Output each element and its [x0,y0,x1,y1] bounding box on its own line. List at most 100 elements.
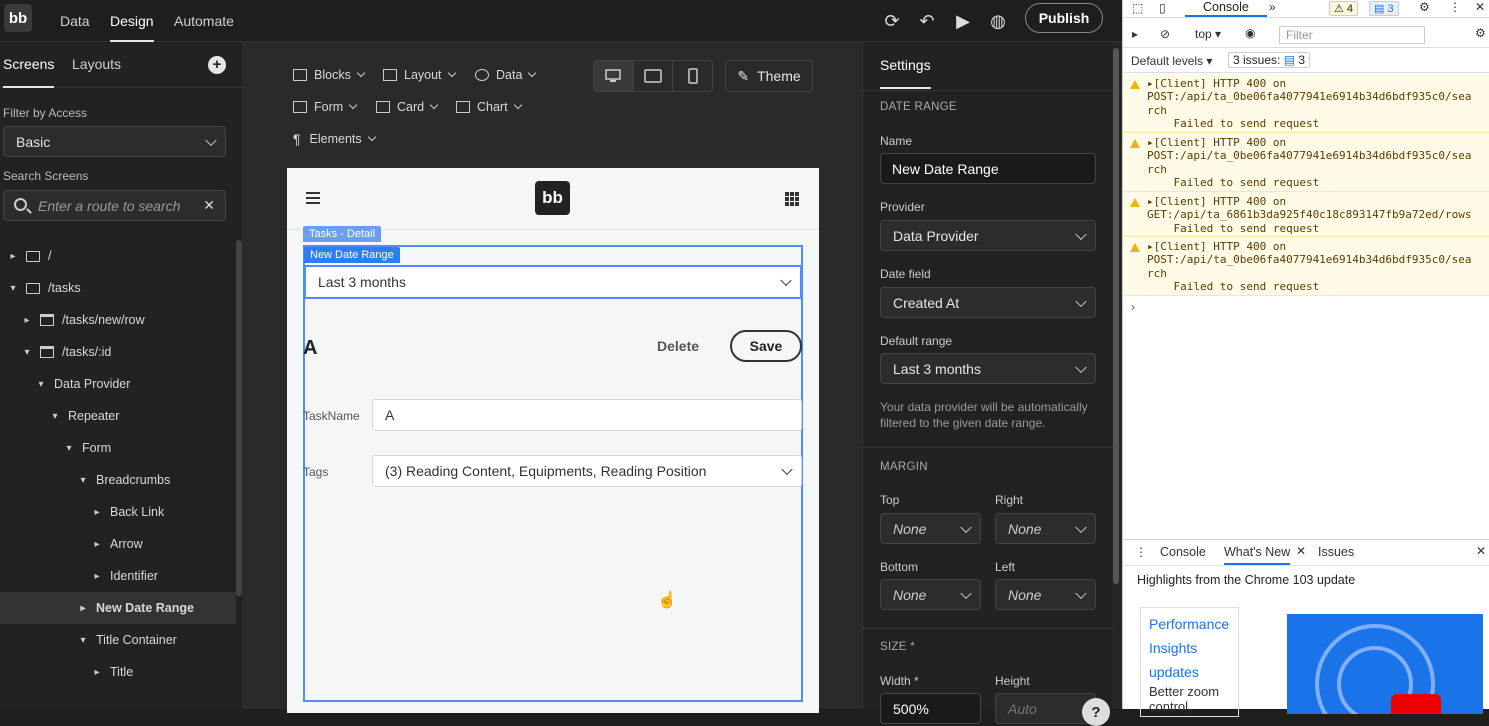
chevron-down-icon[interactable]: ▾ [36,379,46,390]
card-title[interactable]: Performance Insights updates [1149,612,1230,684]
access-filter-select[interactable]: Basic [3,126,226,157]
undo-icon[interactable]: ↶ [915,9,939,33]
tree-item[interactable]: ▸ / [0,240,236,272]
data-menu[interactable]: Data [475,64,537,86]
inspect-icon[interactable]: ⬚ [1132,1,1143,15]
chart-menu[interactable]: Chart [456,96,522,118]
tags-select[interactable]: (3) Reading Content, Equipments, Reading… [372,455,802,487]
chevron-down-icon[interactable]: ▾ [22,347,32,358]
app-logo[interactable]: bb [4,4,32,32]
tree-item[interactable]: ▾ /tasks [0,272,236,304]
drawer-tab-console[interactable]: Console [1160,545,1206,559]
console-log-entry[interactable]: ▸[Client] HTTP 400 on POST:/api/ta_0be06… [1123,74,1489,133]
tree-item[interactable]: ▾ /tasks/:id [0,336,236,368]
search-input[interactable] [38,196,198,216]
tree-item[interactable]: ▾ Repeater [0,400,236,432]
chevron-down-icon[interactable]: ▾ [78,635,88,646]
close-icon[interactable]: ✕ [1475,0,1485,14]
kebab-menu-icon[interactable]: ⋮ [1449,0,1461,14]
help-button[interactable]: ? [1082,698,1110,726]
blocks-menu[interactable]: Blocks [293,64,366,86]
chevron-right-icon[interactable]: ▸ [92,539,102,550]
chevron-right-icon[interactable]: ▸ [8,251,18,262]
tree-item[interactable]: ▸ Identifier [0,560,236,592]
chevron-down-icon[interactable]: ▾ [50,411,60,422]
tree-item[interactable]: ▾ Breadcrumbs [0,464,236,496]
form-menu[interactable]: Form [293,96,358,118]
chevron-down-icon[interactable]: ▾ [8,283,18,294]
date-range-select[interactable]: Last 3 months [304,265,802,299]
desktop-icon[interactable] [594,61,634,91]
elements-menu[interactable]: ¶ Elements [293,128,376,150]
drawer-tab-issues[interactable]: Issues [1318,545,1354,559]
tablet-icon[interactable] [634,61,674,91]
warning-count-badge[interactable]: ⚠ 4 [1329,1,1359,16]
margin-left-select[interactable]: None [995,579,1096,610]
refresh-icon[interactable]: ⟳ [880,9,904,33]
tree-item[interactable]: ▸ New Date Range [0,592,236,624]
theme-button[interactable]: ✎ Theme [725,60,813,92]
mobile-icon[interactable] [673,61,712,91]
chevron-right-icon[interactable]: ▸ [92,507,102,518]
device-toggle-icon[interactable]: ▯ [1159,1,1166,15]
whats-new-card[interactable]: Performance Insights updates Better zoom… [1140,607,1239,717]
delete-button[interactable]: Delete [657,338,699,354]
tree-item[interactable]: ▸ Arrow [0,528,236,560]
provider-select[interactable]: Data Provider [880,220,1096,251]
margin-right-select[interactable]: None [995,513,1096,544]
clear-console-icon[interactable]: ⊘ [1160,27,1170,41]
tree-item[interactable]: ▾ Form [0,432,236,464]
tree-item[interactable]: ▾ Title Container [0,624,236,656]
app-grid-icon[interactable] [785,192,799,206]
eye-icon[interactable]: ◉ [1245,26,1255,40]
layout-menu[interactable]: Layout [383,64,456,86]
nav-design[interactable]: Design [110,0,154,42]
chevron-right-icon[interactable]: ▸ [78,603,88,614]
drawer-tab-whats-new[interactable]: What's New [1224,545,1291,565]
tree-scrollbar[interactable] [236,240,242,596]
tree-item[interactable]: ▸ Back Link [0,496,236,528]
context-select[interactable]: top ▾ [1195,27,1221,41]
preview-play-icon[interactable]: ▶ [951,9,975,33]
date-field-select[interactable]: Created At [880,287,1096,318]
nav-data[interactable]: Data [60,0,90,42]
tab-screens[interactable]: Screens [3,56,55,88]
chevron-right-icon[interactable]: ▸ [22,315,32,326]
tab-console[interactable]: Console [1185,0,1267,17]
margin-bottom-select[interactable]: None [880,579,981,610]
message-count-badge[interactable]: ▤ 3 [1369,1,1399,16]
drawer-menu-icon[interactable]: ⋮ [1135,545,1147,559]
taskname-input[interactable]: A [372,399,802,431]
console-log-entry[interactable]: ▸[Client] HTTP 400 on POST:/api/ta_0be06… [1123,237,1489,296]
tree-item[interactable]: ▸ /tasks/new/row [0,304,236,336]
card-menu[interactable]: Card [376,96,439,118]
default-levels-select[interactable]: Default levels ▾ [1131,54,1212,68]
sidebar-toggle-icon[interactable]: ▸ [1132,27,1138,41]
issues-badge[interactable]: 3 issues: ▤ 3 [1228,52,1311,68]
clear-icon[interactable]: ✕ [203,197,215,214]
settings-scrollbar[interactable] [1113,48,1119,584]
chevron-down-icon[interactable]: ▾ [78,475,88,486]
tree-item[interactable]: ▾ Data Provider [0,368,236,400]
nav-automate[interactable]: Automate [174,0,234,42]
console-log-entry[interactable]: ▸[Client] HTTP 400 on GET:/api/ta_6861b3… [1123,192,1489,237]
gear-icon[interactable]: ⚙ [1475,26,1486,40]
globe-icon[interactable]: ◍ [986,9,1010,33]
close-drawer-icon[interactable]: ✕ [1476,544,1486,558]
tree-item[interactable]: ▸ Title [0,656,236,688]
gear-icon[interactable]: ⚙ [1419,0,1430,14]
chevron-down-icon[interactable]: ▾ [64,443,74,454]
save-button[interactable]: Save [730,330,802,362]
more-tabs-icon[interactable]: » [1269,0,1276,14]
add-screen-icon[interactable]: + [208,56,226,74]
chevron-right-icon[interactable]: ▸ [92,667,102,678]
margin-top-select[interactable]: None [880,513,981,544]
console-prompt-icon[interactable]: › [1131,300,1135,314]
hamburger-icon[interactable] [306,192,320,204]
chevron-right-icon[interactable]: ▸ [92,571,102,582]
tab-layouts[interactable]: Layouts [72,56,121,72]
console-log-entry[interactable]: ▸[Client] HTTP 400 on POST:/api/ta_0be06… [1123,133,1489,192]
name-input[interactable]: New Date Range [880,153,1096,184]
settings-title[interactable]: Settings [880,57,931,89]
close-tab-icon[interactable]: ✕ [1296,544,1306,558]
